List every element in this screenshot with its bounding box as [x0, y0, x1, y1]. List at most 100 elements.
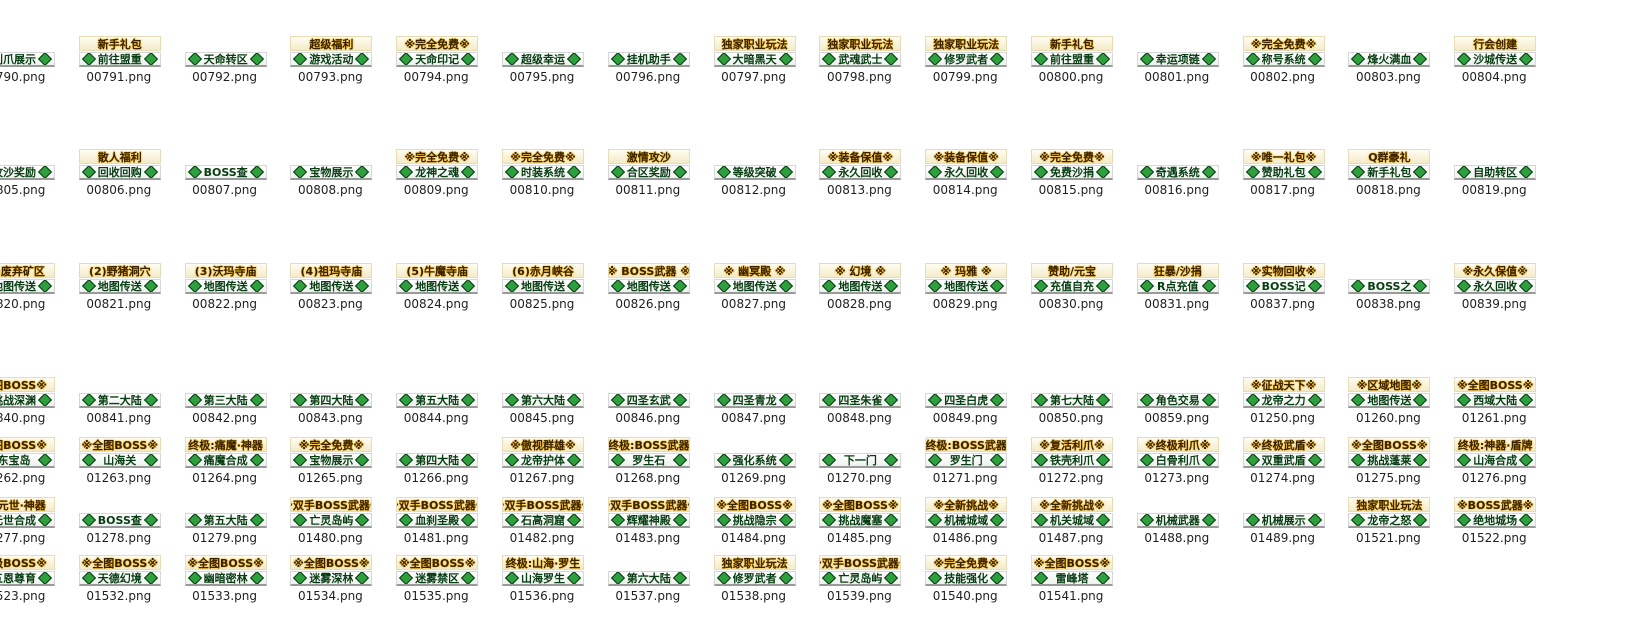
file-tile[interactable]: 幸运项链 00801.png [1124, 30, 1230, 88]
file-tile[interactable]: 下一门 01270.png [806, 431, 912, 489]
file-tile[interactable]: ※全图BOSS※ 挑战魔塞 01485.png [806, 491, 912, 549]
file-tile[interactable]: 第六大陆 01537.png [595, 549, 701, 607]
file-tile[interactable]: ※ 玛雅 ※ 地图传送 00829.png [912, 257, 1018, 315]
file-tile[interactable]: ※完全免费※ 免费沙捐 00815.png [1018, 143, 1124, 201]
file-tile[interactable]: ※完全免费※ 技能强化 01540.png [912, 549, 1018, 607]
file-tile[interactable]: ※完全免费※ 宝物展示 01265.png [277, 431, 383, 489]
file-tile[interactable]: 第五大陆 01279.png [172, 491, 278, 549]
file-tile[interactable]: ※ 幻境 ※ 地图传送 00828.png [806, 257, 912, 315]
file-tile[interactable]: (5)牛魔寺庙 地图传送 00824.png [383, 257, 489, 315]
file-tile[interactable]: ※完全免费※ 天命印记 00794.png [383, 30, 489, 88]
file-tile[interactable]: 超级幸运 00795.png [489, 30, 595, 88]
file-tile[interactable]: 狂暴/沙捐 R点充值 00831.png [1124, 257, 1230, 315]
file-tile[interactable]: (4)祖玛寺庙 地图传送 00823.png [277, 257, 383, 315]
file-tile[interactable]: 独家职业玩法 修罗武者 00799.png [912, 30, 1018, 88]
file-tile[interactable]: 四圣朱雀 00848.png [806, 371, 912, 429]
file-tile[interactable]: ※全图BOSS※ 迷雾深林 01534.png [277, 549, 383, 607]
file-tile[interactable]: ※傲视群雄※ 龙帝护体 01267.png [489, 431, 595, 489]
file-tile[interactable]: 烽火满血 00803.png [1335, 30, 1441, 88]
file-tile[interactable]: 四圣青龙 00847.png [701, 371, 807, 429]
file-tile[interactable]: ※全图BOSS※ 迷雾禁区 01535.png [383, 549, 489, 607]
file-tile[interactable]: 新手礼包 前往盟重 00791.png [66, 30, 172, 88]
file-tile[interactable]: ※完全免费※ 时装系统 00810.png [489, 143, 595, 201]
file-tile[interactable]: ※区域地图※ 地图传送 01260.png [1335, 371, 1441, 429]
file-tile[interactable]: ※全新挑战※ 机关城域 01487.png [1018, 491, 1124, 549]
file-tile[interactable]: 终极:山海·罗生 山海罗生 01536.png [489, 549, 595, 607]
file-tile[interactable]: ※实物回收※ BOSS记忆 00837.png [1230, 257, 1336, 315]
file-tile[interactable]: 机械武器 01488.png [1124, 491, 1230, 549]
file-tile[interactable]: 第四大陆 00843.png [277, 371, 383, 429]
file-tile[interactable]: 自助转区 00819.png [1441, 143, 1547, 201]
file-tile[interactable]: 利爪展示 00790.png [0, 30, 66, 88]
file-tile[interactable]: (1)废弃矿区地图传送 00820.png [0, 257, 66, 315]
file-tile[interactable]: 第二大陆 00841.png [66, 371, 172, 429]
file-tile[interactable]: BOSS之血转区 00838.png [1335, 257, 1441, 315]
file-tile[interactable]: ※终极武盾※ 双重武盾 01274.png [1230, 431, 1336, 489]
file-tile[interactable]: 第五大陆 00844.png [383, 371, 489, 429]
file-tile[interactable]: 独家职业玩法 武魂武士 00798.png [806, 30, 912, 88]
file-tile[interactable]: (6)赤月峡谷 地图传送 00825.png [489, 257, 595, 315]
file-tile[interactable]: 第三大陆 00842.png [172, 371, 278, 429]
file-tile[interactable]: ※装备保值※ 永久回收 00813.png [806, 143, 912, 201]
file-tile[interactable]: ※全图BOSS※ 幽暗密林 01533.png [172, 549, 278, 607]
file-tile[interactable]: 行会创建 沙城传送 00804.png [1441, 30, 1547, 88]
file-tile[interactable]: 赞:元世·神器元世合成 01277.png [0, 491, 66, 549]
file-tile[interactable]: ※ BOSS武器 ※ 地图传送 00826.png [595, 257, 701, 315]
file-tile[interactable]: ※双手BOSS武器※ 血刹圣殿 01481.png [383, 491, 489, 549]
file-tile[interactable]: BOSS查询 01278.png [66, 491, 172, 549]
file-tile[interactable]: ※双手BOSS武器※ 辉耀神殿 01483.png [595, 491, 701, 549]
file-tile[interactable]: 奇遇系统 00816.png [1124, 143, 1230, 201]
file-tile[interactable]: 独家职业玩法 大暗黑天 00797.png [701, 30, 807, 88]
file-tile[interactable]: 新手礼包 前往盟重 00800.png [1018, 30, 1124, 88]
file-tile[interactable]: ※征战天下※ 龙帝之力 01250.png [1230, 371, 1336, 429]
file-tile[interactable]: 挂机助手 00796.png [595, 30, 701, 88]
file-tile[interactable]: ※双手BOSS武器※ 亡灵岛屿 01539.png [806, 549, 912, 607]
file-tile[interactable]: 四圣白虎 00849.png [912, 371, 1018, 429]
file-tile[interactable]: ※装备保值※ 永久回收 00814.png [912, 143, 1018, 201]
file-tile[interactable]: 独家职业玩法 修罗武者 01538.png [701, 549, 807, 607]
file-tile[interactable]: ※永久保值※ 永久回收 00839.png [1441, 257, 1547, 315]
file-tile[interactable]: 终极:BOSS武器 罗生石 01268.png [595, 431, 701, 489]
file-tile[interactable]: ※全图BOSS※ 雷峰塔 01541.png [1018, 549, 1124, 607]
file-tile[interactable]: 第七大陆 00850.png [1018, 371, 1124, 429]
file-tile[interactable]: ※终极利爪※ 白骨利爪 01273.png [1124, 431, 1230, 489]
file-tile[interactable]: 宝物展示 00808.png [277, 143, 383, 201]
file-tile[interactable]: 强化系统 01269.png [701, 431, 807, 489]
file-tile[interactable]: 激情攻沙 合区奖励 00811.png [595, 143, 701, 201]
file-tile[interactable]: 终极:痛魔·神器 痛魔合成 01264.png [172, 431, 278, 489]
file-tile[interactable]: 超级BOSS※ 五恩尊育 01523.png [0, 549, 66, 607]
file-tile[interactable]: 终极:神器·盾牌 山海合成 01276.png [1441, 431, 1547, 489]
file-tile[interactable]: 等级突破 00812.png [701, 143, 807, 201]
file-tile[interactable]: ※ 幽冥殿 ※ 地图传送 00827.png [701, 257, 807, 315]
file-tile[interactable]: 散人福利 回收回购 00806.png [66, 143, 172, 201]
file-tile[interactable]: 超级福利 游戏活动 00793.png [277, 30, 383, 88]
file-tile[interactable]: ※全图BOSS※ 挑战蓬莱 01275.png [1335, 431, 1441, 489]
file-tile[interactable]: ※BOSS武器※ 绝地城场 01522.png [1441, 491, 1547, 549]
file-tile[interactable]: 第四大陆 01266.png [383, 431, 489, 489]
file-tile[interactable]: ※唯一礼包※ 赞助礼包 00817.png [1230, 143, 1336, 201]
file-tile[interactable]: 全图BOSS※ 东宝岛 01262.png [0, 431, 66, 489]
file-tile[interactable]: ※复活利爪※ 铁壳利爪 01272.png [1018, 431, 1124, 489]
file-tile[interactable]: 角色交易 00859.png [1124, 371, 1230, 429]
file-tile[interactable]: 机械展示 01489.png [1230, 491, 1336, 549]
file-tile[interactable]: Q群豪礼 新手礼包 00818.png [1335, 143, 1441, 201]
file-tile[interactable]: ※双手BOSS武器※ 亡灵岛屿 01480.png [277, 491, 383, 549]
file-tile[interactable]: ※全图BOSS※ 山海关 01263.png [66, 431, 172, 489]
file-tile[interactable]: 全图BOSS※ 挑战深渊 00840.png [0, 371, 66, 429]
file-tile[interactable]: 独家职业玩法 龙帝之怒 01521.png [1335, 491, 1441, 549]
file-tile[interactable]: ※全图BOSS※ 天德幻境 01532.png [66, 549, 172, 607]
file-tile[interactable]: BOSS查询 00807.png [172, 143, 278, 201]
file-tile[interactable]: ※双手BOSS武器※ 石高洞窟 01482.png [489, 491, 595, 549]
file-tile[interactable]: ※全图BOSS※ 挑战隐宗 01484.png [701, 491, 807, 549]
file-tile[interactable]: 天命转区 00792.png [172, 30, 278, 88]
file-tile[interactable]: ※完全免费※ 龙神之魂 00809.png [383, 143, 489, 201]
file-tile[interactable]: 攻沙奖励 00805.png [0, 143, 66, 201]
file-tile[interactable]: ※全图BOSS※ 西域大陆 01261.png [1441, 371, 1547, 429]
file-tile[interactable]: 第六大陆 00845.png [489, 371, 595, 429]
file-tile[interactable]: ※完全免费※ 称号系统 00802.png [1230, 30, 1336, 88]
file-tile[interactable]: 终极:BOSS武器 罗生门 01271.png [912, 431, 1018, 489]
file-tile[interactable]: (3)沃玛寺庙 地图传送 00822.png [172, 257, 278, 315]
file-tile[interactable]: 赞助/元宝充值自充值 00830.png [1018, 257, 1124, 315]
file-tile[interactable]: (2)野猪洞穴 地图传送 00821.png [66, 257, 172, 315]
file-tile[interactable]: ※全新挑战※ 机械城域 01486.png [912, 491, 1018, 549]
